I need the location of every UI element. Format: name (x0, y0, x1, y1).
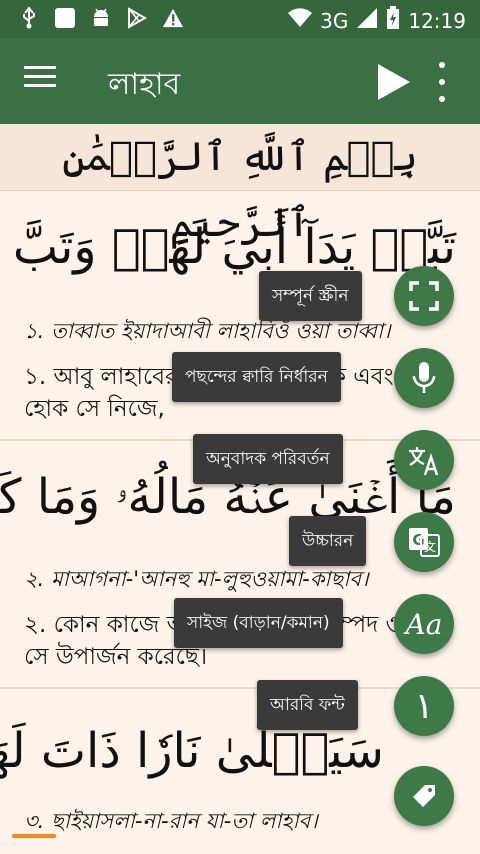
verse-transliteration: ৩. ছাইয়াসলা-না-রান যা-তা লাহাব। (24, 809, 318, 833)
verse-arabic: تَبَّتۡ يَدَآ أَبِي لَهَبٖ وَتَبَّ (12, 219, 456, 275)
square-app-icon (54, 7, 76, 29)
app-bar: লাহাব (0, 38, 480, 124)
play-store-icon (126, 7, 148, 29)
font-size-glyph: Aa (405, 607, 443, 641)
font-size-label[interactable]: সাইজ (বাড়ান/কমান) (174, 598, 343, 648)
qari-select-label[interactable]: পছন্দের ক্বারি নির্ধারন (172, 352, 341, 402)
scroll-indicator (12, 834, 56, 838)
microphone-icon[interactable] (394, 348, 454, 408)
translate-icon[interactable] (394, 430, 454, 490)
battery-charging-icon (386, 6, 400, 35)
clock: 12:19 (408, 8, 466, 33)
more-vert-icon[interactable] (434, 62, 450, 102)
signal-icon (356, 7, 378, 34)
google-translate-icon[interactable]: G文 (394, 512, 454, 572)
status-bar: 3G 12:19 (0, 0, 480, 38)
verse-transliteration: ২. মাআগনা-'আনহু মা-লুহুওয়ামা-কাছাব। (24, 567, 369, 591)
arabic-font-label[interactable]: আরবি ফন্ট (257, 680, 358, 730)
surah-content[interactable]: بِسۡمِ ٱللَّهِ ٱلرَّحۡمَٰنِ ٱلرَّحِيمِ ت… (0, 124, 480, 854)
fullscreen-label[interactable]: সম্পূর্ন স্ক্রীন (259, 271, 362, 321)
network-type: 3G (320, 8, 349, 33)
font-size-icon[interactable]: Aa (394, 594, 454, 654)
wifi-icon (288, 8, 313, 33)
pronunciation-label[interactable]: উচ্চারন (289, 516, 367, 566)
usb-icon (18, 7, 40, 29)
tag-icon[interactable] (394, 766, 454, 826)
fullscreen-icon[interactable] (394, 266, 454, 326)
translator-change-label[interactable]: অনুবাদক পরিবর্তন (193, 434, 343, 484)
bismillah: بِسۡمِ ٱللَّهِ ٱلرَّحۡمَٰنِ ٱلرَّحِيمِ (0, 124, 480, 246)
verse-arabic: سَيَصۡلَىٰ نَارٗا ذَاتَ لَهَبٖ (0, 723, 384, 779)
page-title: লাহাব (108, 67, 181, 102)
arabic-font-icon[interactable]: ١ (394, 676, 454, 736)
svg-text:文: 文 (424, 539, 436, 554)
play-icon[interactable] (376, 62, 412, 102)
arabic-font-glyph: ١ (414, 685, 434, 727)
warning-icon (162, 7, 184, 29)
svg-text:G: G (412, 531, 424, 549)
hamburger-menu-icon[interactable] (24, 66, 56, 94)
android-icon (90, 7, 112, 29)
